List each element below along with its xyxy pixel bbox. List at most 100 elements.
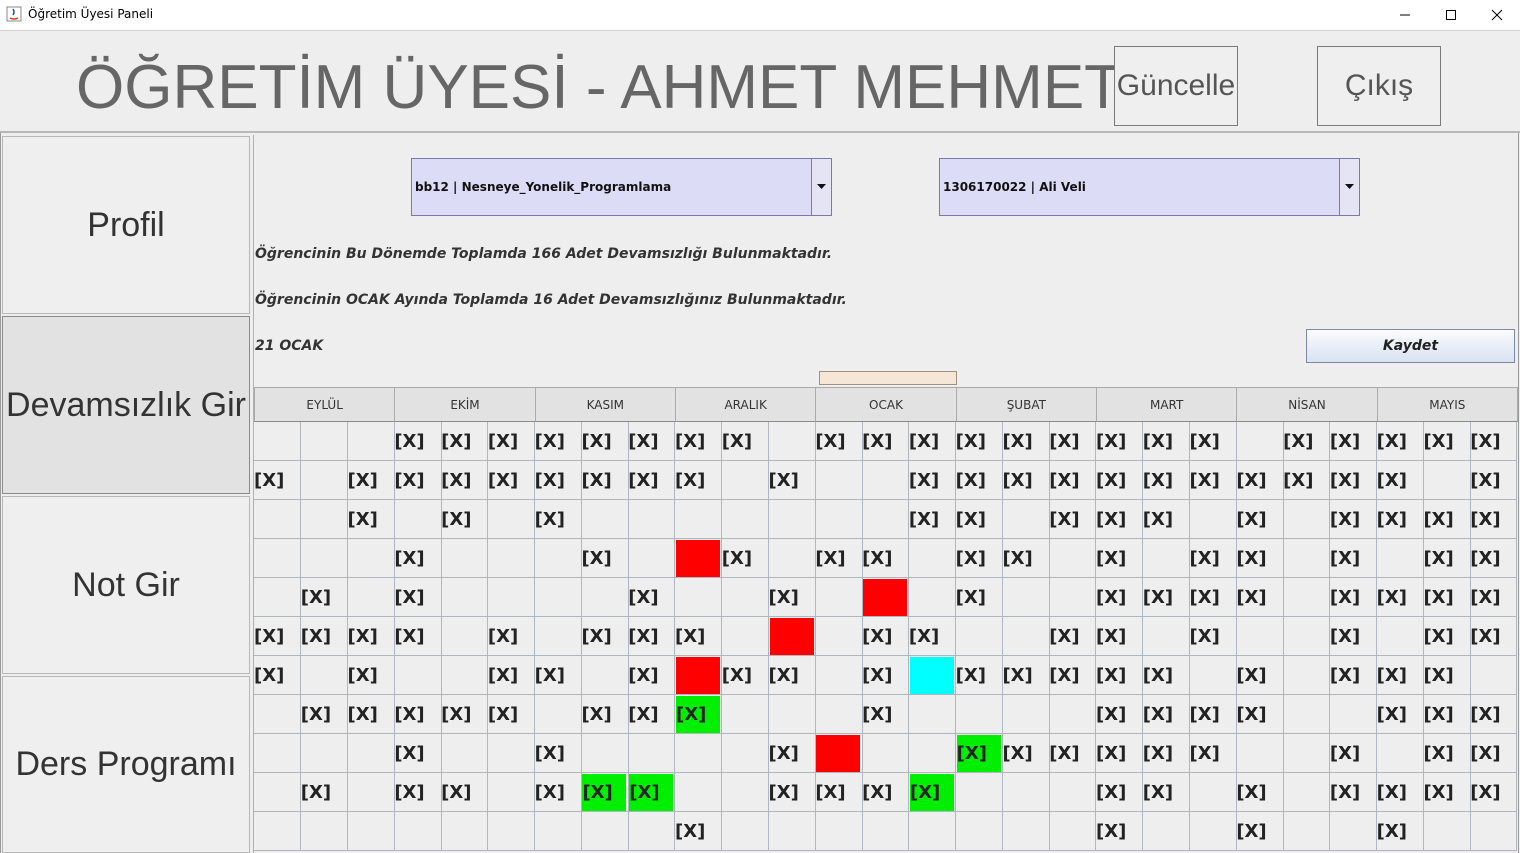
attendance-cell[interactable]: [X]	[1189, 695, 1237, 734]
attendance-cell[interactable]	[1142, 812, 1191, 851]
attendance-cell[interactable]: [X]	[1329, 578, 1378, 617]
attendance-cell[interactable]	[1002, 812, 1050, 851]
attendance-cell[interactable]: [X]	[1423, 578, 1471, 617]
attendance-cell[interactable]	[768, 500, 816, 539]
attendance-cell[interactable]: [X]	[394, 695, 442, 734]
attendance-cell[interactable]: [X]	[675, 695, 723, 734]
attendance-cell[interactable]: [X]	[955, 539, 1003, 578]
maximize-button[interactable]	[1428, 0, 1474, 30]
attendance-cell[interactable]	[721, 695, 770, 734]
attendance-cell[interactable]: [X]	[1376, 461, 1424, 500]
save-button[interactable]: Kaydet	[1306, 329, 1515, 363]
attendance-cell[interactable]: [X]	[1002, 656, 1050, 695]
attendance-cell[interactable]	[721, 617, 770, 656]
attendance-cell[interactable]	[815, 500, 863, 539]
attendance-cell[interactable]: [X]	[1142, 656, 1191, 695]
attendance-cell[interactable]: [X]	[628, 617, 676, 656]
attendance-cell[interactable]	[487, 500, 536, 539]
attendance-cell[interactable]: [X]	[1376, 695, 1424, 734]
attendance-cell[interactable]	[815, 461, 863, 500]
attendance-cell[interactable]: [X]	[1329, 500, 1378, 539]
attendance-cell[interactable]: [X]	[581, 461, 629, 500]
attendance-cell[interactable]: [X]	[1236, 539, 1284, 578]
attendance-cell[interactable]	[675, 500, 723, 539]
attendance-cell[interactable]: [X]	[1236, 656, 1284, 695]
attendance-cell[interactable]	[675, 773, 723, 812]
attendance-cell[interactable]	[721, 500, 770, 539]
attendance-cell[interactable]: [X]	[347, 500, 395, 539]
attendance-cell[interactable]	[487, 773, 536, 812]
attendance-cell[interactable]: [X]	[1423, 500, 1471, 539]
attendance-cell[interactable]: [X]	[1142, 773, 1191, 812]
attendance-cell[interactable]	[721, 773, 770, 812]
attendance-cell[interactable]: [X]	[534, 773, 582, 812]
attendance-cell[interactable]	[441, 539, 489, 578]
attendance-cell[interactable]	[815, 656, 863, 695]
attendance-cell[interactable]	[768, 617, 816, 656]
attendance-cell[interactable]	[254, 773, 302, 812]
attendance-cell[interactable]: [X]	[441, 773, 489, 812]
exit-button[interactable]: Çıkış	[1317, 46, 1441, 126]
attendance-cell[interactable]: [X]	[394, 578, 442, 617]
attendance-cell[interactable]: [X]	[300, 695, 349, 734]
attendance-cell[interactable]	[581, 578, 629, 617]
attendance-cell[interactable]: [X]	[815, 539, 863, 578]
minimize-button[interactable]	[1382, 0, 1428, 30]
attendance-cell[interactable]: [X]	[862, 695, 910, 734]
attendance-cell[interactable]: [X]	[908, 500, 957, 539]
attendance-cell[interactable]: [X]	[1189, 461, 1237, 500]
attendance-cell[interactable]: [X]	[1189, 734, 1237, 773]
close-button[interactable]	[1474, 0, 1520, 30]
attendance-cell[interactable]: [X]	[1049, 656, 1097, 695]
attendance-cell[interactable]	[581, 734, 629, 773]
attendance-cell[interactable]	[441, 812, 489, 851]
attendance-cell[interactable]	[675, 539, 723, 578]
attendance-cell[interactable]	[300, 734, 349, 773]
attendance-cell[interactable]: [X]	[1329, 461, 1378, 500]
attendance-cell[interactable]: [X]	[254, 617, 302, 656]
attendance-cell[interactable]: [X]	[955, 500, 1003, 539]
attendance-cell[interactable]	[441, 656, 489, 695]
attendance-cell[interactable]	[441, 617, 489, 656]
attendance-cell[interactable]: [X]	[1096, 578, 1144, 617]
attendance-cell[interactable]	[628, 539, 676, 578]
attendance-cell[interactable]	[347, 578, 395, 617]
attendance-cell[interactable]	[815, 734, 863, 773]
attendance-cell[interactable]: [X]	[1189, 578, 1237, 617]
attendance-cell[interactable]	[581, 500, 629, 539]
attendance-cell[interactable]: [X]	[1329, 656, 1378, 695]
sidebar-item-attendance[interactable]: Devamsızlık Gir	[2, 316, 250, 494]
sidebar-item-profile[interactable]: Profil	[2, 136, 250, 314]
attendance-cell[interactable]	[1376, 734, 1424, 773]
attendance-cell[interactable]: [X]	[628, 773, 676, 812]
sidebar-item-schedule[interactable]: Ders Programı	[2, 676, 250, 853]
attendance-cell[interactable]: [X]	[441, 695, 489, 734]
course-select-arrow[interactable]	[811, 159, 831, 215]
attendance-cell[interactable]	[815, 695, 863, 734]
attendance-cell[interactable]: [X]	[768, 578, 816, 617]
attendance-cell[interactable]	[1423, 812, 1471, 851]
attendance-cell[interactable]: [X]	[1096, 539, 1144, 578]
attendance-cell[interactable]: [X]	[254, 461, 302, 500]
attendance-cell[interactable]: [X]	[628, 695, 676, 734]
attendance-cell[interactable]: [X]	[1189, 617, 1237, 656]
attendance-cell[interactable]: [X]	[581, 539, 629, 578]
attendance-cell[interactable]: [X]	[1376, 500, 1424, 539]
attendance-cell[interactable]	[581, 812, 629, 851]
attendance-cell[interactable]	[487, 734, 536, 773]
attendance-cell[interactable]	[1283, 734, 1331, 773]
attendance-cell[interactable]	[815, 812, 863, 851]
attendance-cell[interactable]: [X]	[955, 422, 1003, 461]
attendance-cell[interactable]	[1049, 695, 1097, 734]
attendance-cell[interactable]	[1423, 461, 1471, 500]
attendance-cell[interactable]: [X]	[1329, 734, 1378, 773]
attendance-cell[interactable]: [X]	[1376, 578, 1424, 617]
attendance-cell[interactable]	[908, 539, 957, 578]
attendance-cell[interactable]: [X]	[1049, 734, 1097, 773]
attendance-cell[interactable]: [X]	[487, 695, 536, 734]
attendance-cell[interactable]: [X]	[721, 656, 770, 695]
attendance-cell[interactable]	[955, 773, 1003, 812]
course-select[interactable]: bb12 | Nesneye_Yonelik_Programlama	[411, 158, 832, 216]
attendance-cell[interactable]	[1470, 812, 1517, 851]
attendance-cell[interactable]: [X]	[1376, 773, 1424, 812]
